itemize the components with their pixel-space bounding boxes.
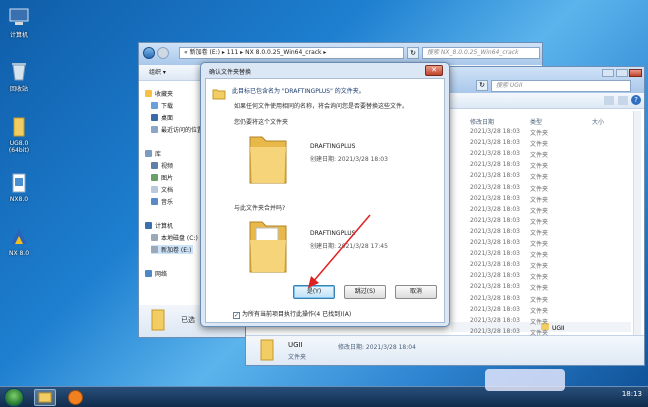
blurred-region — [485, 369, 565, 391]
red-annotation-arrow — [308, 214, 371, 288]
clock: 18:13 — [621, 390, 642, 398]
taskbar: 18:13 — [0, 369, 648, 407]
taskbar-explorer-button[interactable] — [34, 389, 56, 406]
media-player-icon[interactable] — [68, 390, 83, 405]
start-button[interactable] — [4, 388, 24, 407]
